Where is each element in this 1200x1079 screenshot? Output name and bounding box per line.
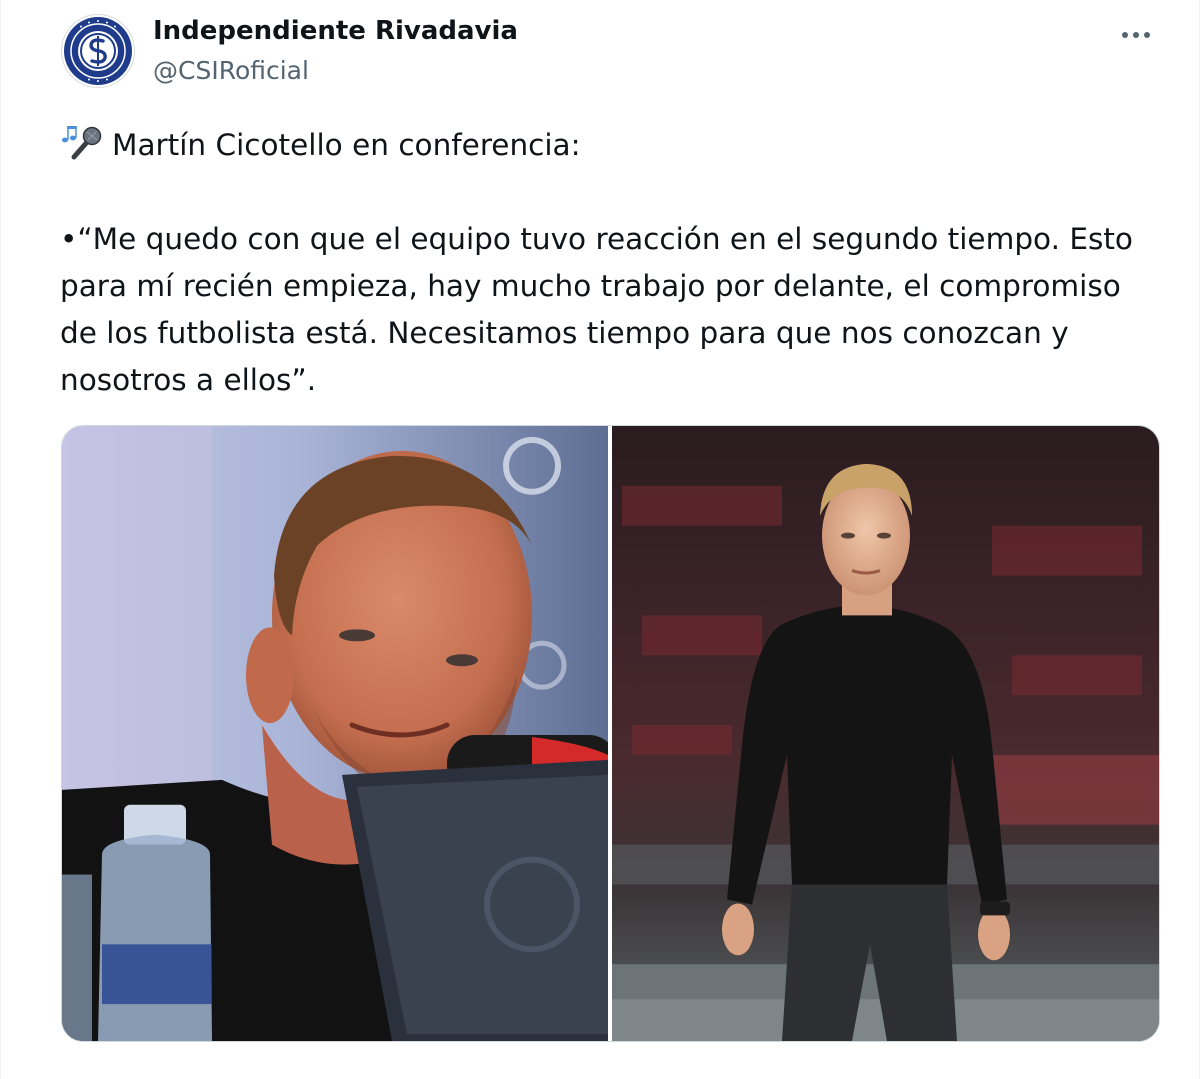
stadium-photo[interactable] [612, 426, 1159, 1041]
tweet-text: Martín Cicotello en conferencia: •“Me qu… [60, 122, 1170, 404]
quote-line: de los futbolista está. Necesitamos tiem… [60, 316, 1069, 350]
quote-line: nosotros a ellos”. [60, 363, 317, 397]
press-conference-photo[interactable] [62, 426, 608, 1041]
more-options-button[interactable] [1113, 18, 1159, 52]
club-crest-icon [64, 17, 132, 85]
author-handle[interactable]: @CSIRoficial [153, 56, 309, 85]
tweet-card: Independiente Rivadavia @CSIRoficial Mar… [0, 0, 1200, 1079]
more-dot [1144, 32, 1150, 38]
more-dots-icon [1122, 32, 1128, 38]
tweet-media [61, 425, 1160, 1042]
tweet-intro-text: Martín Cicotello en conferencia: [112, 128, 581, 162]
quote-line: •“Me quedo con que el equipo tuvo reacci… [60, 222, 1133, 256]
author-display-name[interactable]: Independiente Rivadavia [153, 16, 518, 46]
tweet-intro-line: Martín Cicotello en conferencia: [60, 122, 1170, 169]
more-dot [1133, 32, 1139, 38]
author-avatar[interactable] [61, 14, 135, 88]
quote-line: para mí recién empieza, hay mucho trabaj… [60, 269, 1121, 303]
microphone-emoji-icon [60, 123, 104, 163]
